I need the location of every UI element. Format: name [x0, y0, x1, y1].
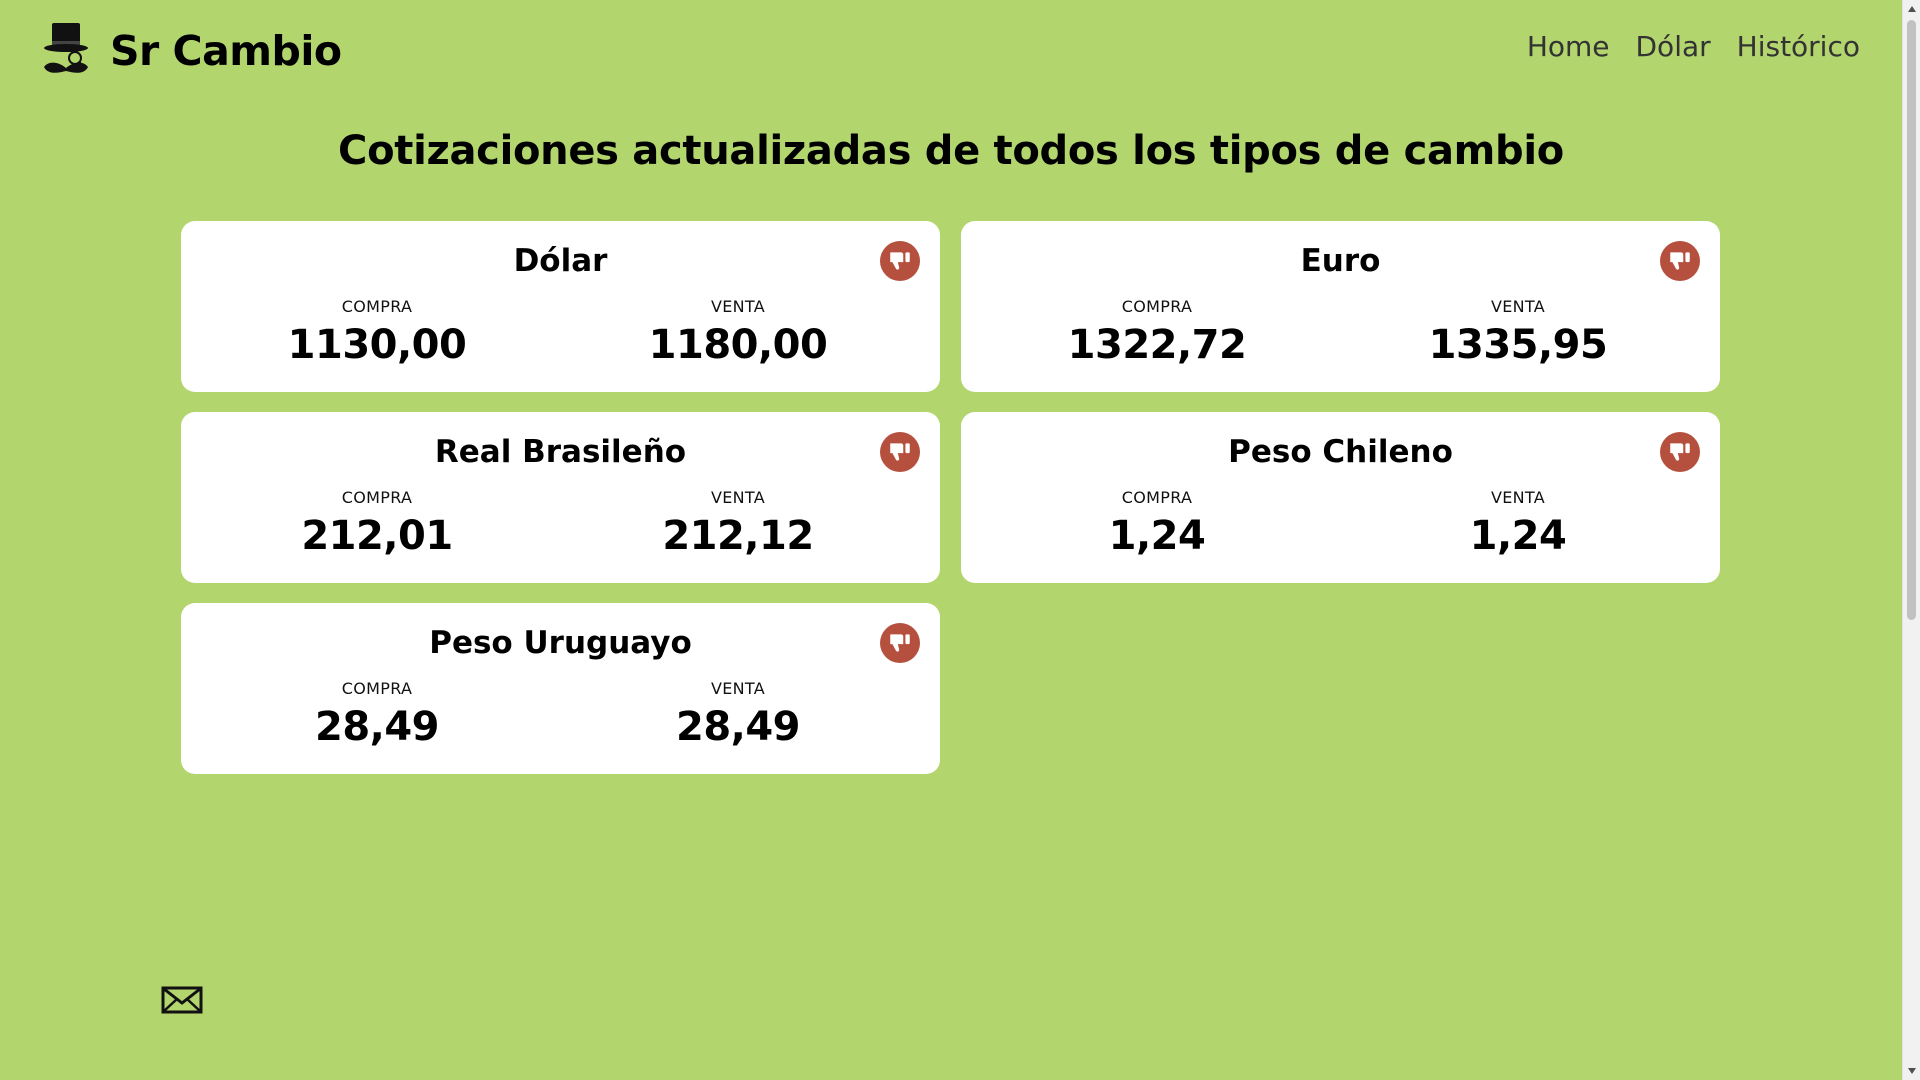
compra-label: COMPRA [341, 297, 413, 316]
venta-label: VENTA [1491, 488, 1545, 507]
venta-value: 1180,00 [648, 322, 828, 368]
thumbs-down-icon [890, 634, 910, 652]
compra-label: COMPRA [341, 488, 413, 507]
venta-column: VENTA 1,24 [1368, 488, 1668, 559]
venta-label: VENTA [711, 488, 765, 507]
venta-value: 212,12 [662, 513, 814, 559]
thumbs-down-icon [1670, 252, 1690, 270]
venta-value: 1335,95 [1428, 322, 1608, 368]
main-nav: Home Dólar Histórico [1527, 30, 1860, 63]
venta-column: VENTA 1180,00 [588, 297, 888, 368]
compra-value: 1322,72 [1067, 322, 1247, 368]
currency-card-euro: Euro COMPRA 1322,72 VENTA 1335,95 [961, 221, 1720, 392]
page-title: Cotizaciones actualizadas de todos los t… [338, 128, 1564, 174]
venta-value: 1,24 [1469, 513, 1567, 559]
compra-label: COMPRA [1121, 297, 1193, 316]
mail-link[interactable] [161, 985, 203, 1015]
vertical-scrollbar[interactable] [1902, 0, 1920, 1080]
venta-label: VENTA [711, 297, 765, 316]
card-title: Peso Uruguayo [429, 625, 692, 661]
brand[interactable]: Sr Cambio [38, 20, 342, 82]
thumbs-down-icon [1670, 443, 1690, 461]
nav-home-link[interactable]: Home [1527, 30, 1610, 63]
nav-historico-link[interactable]: Histórico [1737, 30, 1860, 63]
thumbs-down-icon [890, 252, 910, 270]
venta-column: VENTA 212,12 [588, 488, 888, 559]
card-title: Peso Chileno [1228, 434, 1453, 470]
compra-column: COMPRA 1130,00 [227, 297, 527, 368]
dislike-button[interactable] [880, 241, 920, 281]
compra-label: COMPRA [341, 679, 413, 698]
compra-column: COMPRA 1322,72 [1007, 297, 1307, 368]
compra-value: 28,49 [314, 704, 440, 750]
compra-label: COMPRA [1121, 488, 1193, 507]
dislike-button[interactable] [1660, 241, 1700, 281]
currency-card-dolar: Dólar COMPRA 1130,00 VENTA 1180,00 [181, 221, 940, 392]
currency-card-real-brasileno: Real Brasileño COMPRA 212,01 VENTA 212,1… [181, 412, 940, 583]
compra-column: COMPRA 212,01 [227, 488, 527, 559]
card-title: Euro [1300, 243, 1381, 279]
compra-column: COMPRA 1,24 [1007, 488, 1307, 559]
currency-card-grid: Dólar COMPRA 1130,00 VENTA 1180,00 Euro [181, 221, 1720, 774]
header: Sr Cambio Home Dólar Histórico [0, 0, 1902, 100]
brand-name: Sr Cambio [110, 27, 342, 75]
venta-column: VENTA 1335,95 [1368, 297, 1668, 368]
venta-label: VENTA [1491, 297, 1545, 316]
dislike-button[interactable] [1660, 432, 1700, 472]
scroll-up-arrow-icon[interactable] [1903, 0, 1920, 18]
venta-column: VENTA 28,49 [588, 679, 888, 750]
currency-card-peso-chileno: Peso Chileno COMPRA 1,24 VENTA 1,24 [961, 412, 1720, 583]
currency-card-peso-uruguayo: Peso Uruguayo COMPRA 28,49 VENTA 28,49 [181, 603, 940, 774]
compra-value: 212,01 [301, 513, 453, 559]
venta-value: 28,49 [675, 704, 801, 750]
compra-column: COMPRA 28,49 [227, 679, 527, 750]
venta-label: VENTA [711, 679, 765, 698]
card-title: Real Brasileño [434, 434, 687, 470]
page: Sr Cambio Home Dólar Histórico Cotizacio… [0, 0, 1902, 1080]
thumbs-down-icon [890, 443, 910, 461]
top-hat-logo-icon [44, 23, 88, 73]
card-title: Dólar [513, 243, 608, 279]
scroll-down-arrow-icon[interactable] [1903, 1062, 1920, 1080]
envelope-icon [161, 986, 203, 1014]
nav-dolar-link[interactable]: Dólar [1636, 30, 1711, 63]
dislike-button[interactable] [880, 432, 920, 472]
compra-value: 1130,00 [287, 322, 467, 368]
scroll-thumb[interactable] [1907, 20, 1916, 620]
dislike-button[interactable] [880, 623, 920, 663]
compra-value: 1,24 [1108, 513, 1206, 559]
